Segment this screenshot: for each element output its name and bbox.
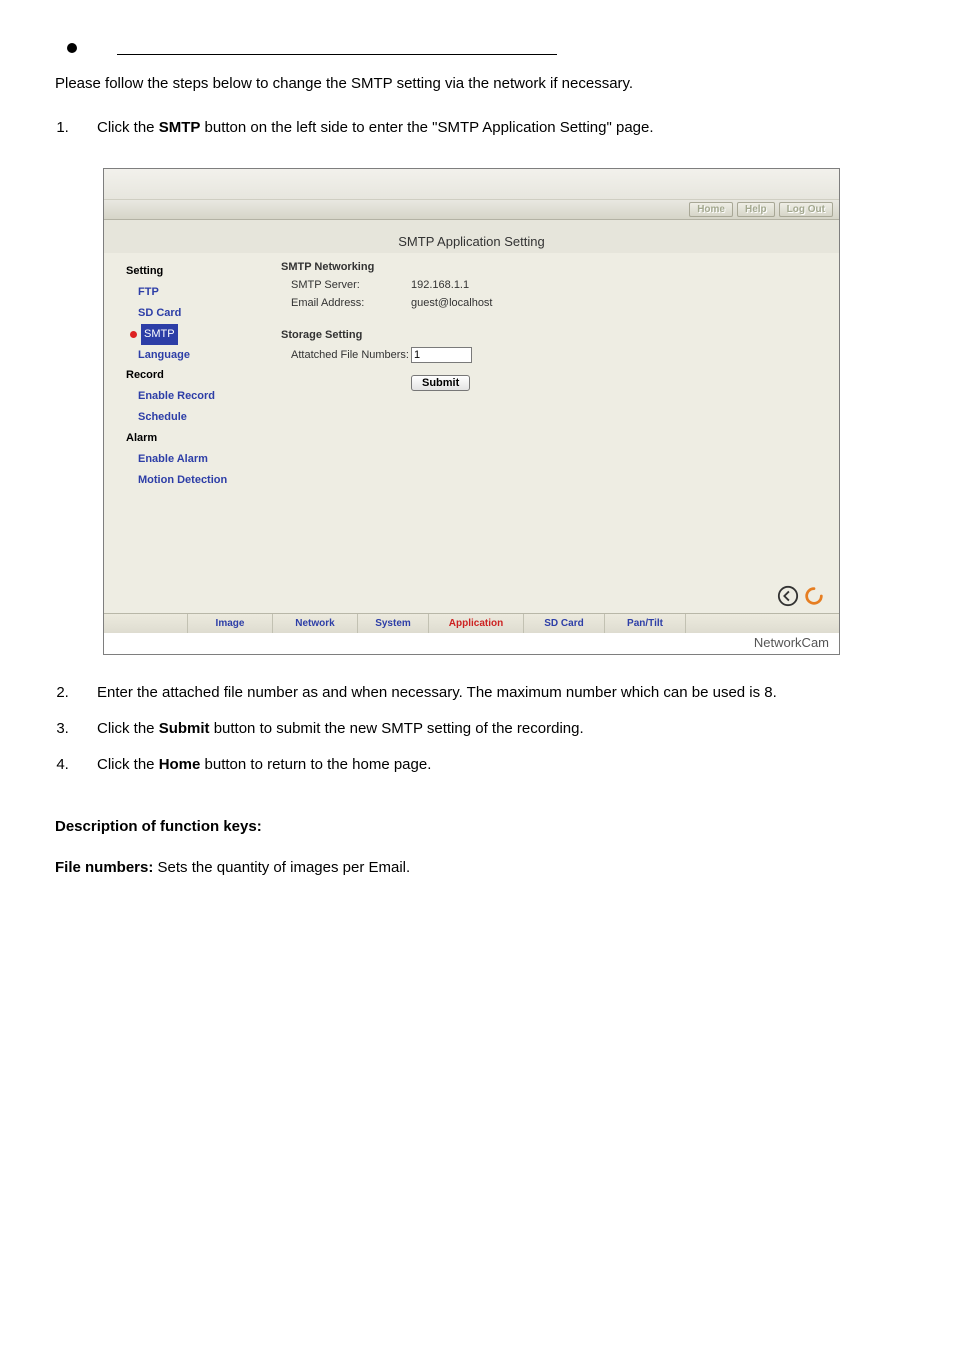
bullet-heading	[67, 40, 899, 55]
file-number-label: Attatched File Numbers:	[281, 348, 411, 362]
description-heading: Description of function keys:	[55, 818, 899, 835]
help-button[interactable]: Help	[737, 202, 775, 217]
email-row: Email Address: guest@localhost	[281, 297, 829, 309]
step-2: Enter the attached file number as and wh…	[73, 675, 899, 711]
sidebar-schedule[interactable]: Schedule	[138, 407, 281, 428]
heading-underline	[117, 40, 557, 55]
smtp-server-value: 192.168.1.1	[411, 279, 469, 291]
sidebar-enable-alarm[interactable]: Enable Alarm	[138, 449, 281, 470]
file-numbers-text: Sets the quantity of images per Email.	[153, 859, 410, 876]
screenshot-top-spacer	[104, 169, 839, 199]
step1-bold: SMTP	[159, 119, 201, 136]
file-numbers-description: File numbers: Sets the quantity of image…	[55, 853, 899, 883]
step4-post: button to return to the home page.	[200, 756, 431, 773]
back-arrow-icon[interactable]	[777, 585, 799, 607]
file-number-input[interactable]	[411, 347, 472, 363]
step3-pre: Click the	[97, 720, 159, 737]
step1-post: button on the left side to enter the "SM…	[200, 119, 653, 136]
active-dot-icon	[130, 331, 137, 338]
submit-button[interactable]: Submit	[411, 375, 470, 391]
tab-sdcard[interactable]: SD Card	[524, 614, 605, 633]
top-button-bar: Home Help Log Out	[104, 199, 839, 220]
brand-label: NetworkCam	[104, 633, 839, 654]
sidebar-language[interactable]: Language	[138, 345, 281, 366]
storage-setting-heading: Storage Setting	[281, 329, 829, 341]
tab-image[interactable]: Image	[188, 614, 273, 633]
sidebar: Setting FTP SD Card SMTP Language Record…	[104, 253, 281, 613]
step1-pre: Click the	[97, 119, 159, 136]
step4-pre: Click the	[97, 756, 159, 773]
tab-network[interactable]: Network	[273, 614, 358, 633]
step-4: Click the Home button to return to the h…	[73, 747, 899, 783]
content-area: Setting FTP SD Card SMTP Language Record…	[104, 253, 839, 613]
step2-text: Enter the attached file number as and wh…	[97, 684, 777, 701]
refresh-icon[interactable]	[803, 585, 825, 607]
home-button[interactable]: Home	[689, 202, 733, 217]
bullet-dot-icon	[67, 43, 77, 53]
tabs-spacer	[104, 614, 188, 633]
tabs-end	[686, 614, 839, 633]
corner-icons	[777, 585, 825, 607]
bottom-tabs: Image Network System Application SD Card…	[104, 613, 839, 633]
step-1: Click the SMTP button on the left side t…	[73, 110, 899, 146]
sidebar-motion[interactable]: Motion Detection	[138, 470, 281, 491]
smtp-server-label: SMTP Server:	[281, 279, 411, 291]
smtp-server-row: SMTP Server: 192.168.1.1	[281, 279, 829, 291]
sidebar-record: Record	[126, 365, 281, 386]
sidebar-sdcard[interactable]: SD Card	[138, 303, 281, 324]
email-value: guest@localhost	[411, 297, 493, 309]
tab-pantilt[interactable]: Pan/Tilt	[605, 614, 686, 633]
app-screenshot: Home Help Log Out SMTP Application Setti…	[103, 168, 840, 655]
tab-system[interactable]: System	[358, 614, 429, 633]
step4-bold: Home	[159, 756, 201, 773]
step-3: Click the Submit button to submit the ne…	[73, 711, 899, 747]
file-number-row: Attatched File Numbers:	[281, 347, 829, 363]
logout-button[interactable]: Log Out	[779, 202, 833, 217]
main-panel: SMTP Networking SMTP Server: 192.168.1.1…	[281, 253, 839, 613]
sidebar-smtp-wrap[interactable]: SMTP	[130, 324, 281, 345]
step3-bold: Submit	[159, 720, 210, 737]
step3-post: button to submit the new SMTP setting of…	[210, 720, 584, 737]
sidebar-enable-record[interactable]: Enable Record	[138, 386, 281, 407]
email-label: Email Address:	[281, 297, 411, 309]
file-numbers-label: File numbers:	[55, 859, 153, 876]
sidebar-smtp: SMTP	[141, 324, 178, 345]
sidebar-alarm: Alarm	[126, 428, 281, 449]
tab-application[interactable]: Application	[429, 614, 524, 633]
page-title: SMTP Application Setting	[104, 220, 839, 253]
sidebar-ftp[interactable]: FTP	[138, 282, 281, 303]
smtp-networking-heading: SMTP Networking	[281, 261, 829, 273]
sidebar-setting: Setting	[126, 261, 281, 282]
intro-text: Please follow the steps below to change …	[55, 75, 899, 92]
